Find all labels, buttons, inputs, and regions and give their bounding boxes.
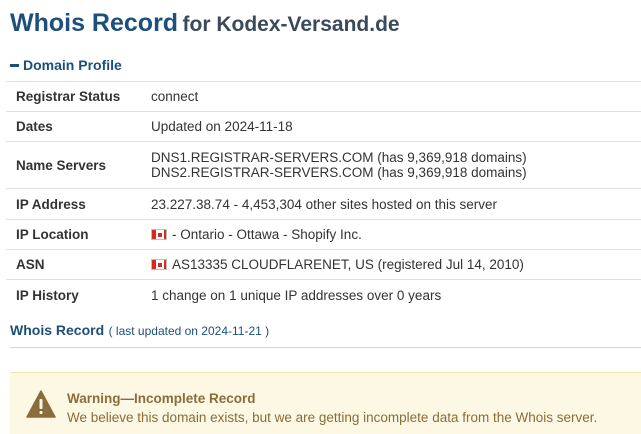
whois-record-title[interactable]: Whois Record — [10, 322, 104, 338]
domain-profile-header[interactable]: Domain Profile — [10, 56, 122, 74]
divider — [10, 347, 641, 348]
warning-text: We believe this domain exists, but we ar… — [67, 410, 598, 425]
name-server-2[interactable]: DNS2.REGISTRAR-SERVERS.COM (has 9,369,91… — [151, 165, 641, 180]
table-row: IP Location - Ontario - Ottawa - Shopify… — [6, 219, 641, 250]
row-label: Registrar Status — [6, 81, 151, 112]
page-title: Whois Record for Kodex-Versand.de — [10, 8, 400, 42]
row-value: connect — [151, 81, 641, 112]
ip-history-value[interactable]: 1 change on 1 unique IP addresses over 0… — [151, 279, 641, 310]
page-title-domain: for Kodex-Versand.de — [182, 13, 400, 36]
row-value: - Ontario - Ottawa - Shopify Inc. — [151, 219, 641, 250]
row-label: Name Servers — [6, 141, 151, 189]
table-row: IP Address 23.227.38.74 - 4,453,304 othe… — [6, 188, 641, 220]
table-row: IP History 1 change on 1 unique IP addre… — [6, 279, 641, 310]
table-row: Registrar Status connect — [6, 81, 641, 112]
table-row: Dates Updated on 2024-11-18 — [6, 111, 641, 142]
domain-profile-title: Domain Profile — [23, 57, 122, 73]
whois-last-updated: ( last updated on 2024-11-21 ) — [108, 324, 270, 338]
row-label: ASN — [6, 249, 151, 280]
row-value: AS13335 CLOUDFLARENET, US (registered Ju… — [151, 249, 641, 280]
warning-title: Warning—Incomplete Record — [67, 391, 256, 406]
canada-flag-icon — [151, 259, 167, 270]
domain-profile-table: Registrar Status connect Dates Updated o… — [6, 81, 641, 310]
row-value: DNS1.REGISTRAR-SERVERS.COM (has 9,369,91… — [151, 141, 641, 189]
table-row: Name Servers DNS1.REGISTRAR-SERVERS.COM … — [6, 141, 641, 189]
asn-value[interactable]: AS13335 CLOUDFLARENET, US (registered Ju… — [172, 257, 524, 272]
collapse-minus-icon[interactable] — [10, 63, 19, 67]
page-title-main: Whois Record — [10, 9, 179, 37]
name-server-1[interactable]: DNS1.REGISTRAR-SERVERS.COM (has 9,369,91… — [151, 150, 641, 165]
whois-record-header: Whois Record ( last updated on 2024-11-2… — [10, 321, 269, 340]
table-row: ASN AS13335 CLOUDFLARENET, US (registere… — [6, 249, 641, 280]
row-label: IP History — [6, 279, 151, 310]
ip-location-value: - Ontario - Ottawa - Shopify Inc. — [172, 227, 362, 242]
canada-flag-icon — [151, 229, 167, 240]
row-label: Dates — [6, 111, 151, 142]
warning-alert: Warning—Incomplete Record We believe thi… — [10, 372, 641, 434]
warning-triangle-icon — [26, 390, 56, 418]
row-label: IP Address — [6, 188, 151, 220]
row-value: Updated on 2024-11-18 — [151, 111, 641, 142]
ip-address-value[interactable]: 23.227.38.74 - 4,453,304 other sites hos… — [151, 188, 641, 220]
row-label: IP Location — [6, 219, 151, 250]
